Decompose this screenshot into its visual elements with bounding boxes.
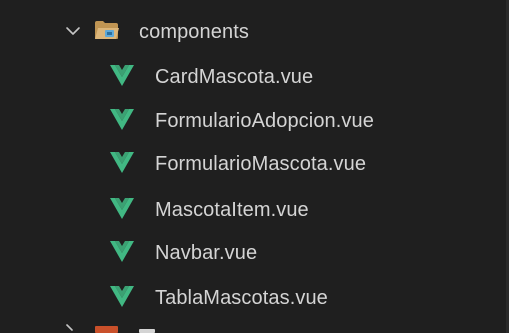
file-row[interactable]: CardMascota.vue	[0, 54, 509, 98]
chevron-down-icon[interactable]	[65, 23, 81, 39]
chevron-right-icon[interactable]	[64, 324, 76, 333]
folder-name: components	[139, 21, 249, 43]
folder-row-components[interactable]: components	[0, 9, 509, 53]
folder-icon	[95, 326, 118, 333]
vue-icon	[110, 286, 134, 307]
file-row[interactable]: MascotaItem.vue	[0, 187, 509, 231]
file-name: FormularioAdopcion.vue	[155, 110, 374, 132]
file-row[interactable]: TablaMascotas.vue	[0, 275, 509, 319]
partial-folder-label	[139, 329, 155, 333]
vue-icon	[110, 65, 134, 86]
folder-open-icon	[95, 21, 119, 39]
file-row[interactable]: FormularioMascota.vue	[0, 141, 509, 185]
partial-folder-row[interactable]	[0, 322, 509, 333]
file-explorer-tree: components CardMascota.vue FormularioAdo…	[0, 0, 509, 333]
file-row[interactable]: FormularioAdopcion.vue	[0, 98, 509, 142]
file-name: MascotaItem.vue	[155, 199, 309, 221]
vue-icon	[110, 152, 134, 173]
file-name: TablaMascotas.vue	[155, 287, 328, 309]
file-name: FormularioMascota.vue	[155, 153, 367, 175]
vue-icon	[110, 241, 134, 262]
file-name: Navbar.vue	[155, 242, 258, 264]
file-row[interactable]: Navbar.vue	[0, 230, 509, 274]
vue-icon	[110, 109, 134, 130]
file-name: CardMascota.vue	[155, 66, 314, 88]
vue-icon	[110, 198, 134, 219]
